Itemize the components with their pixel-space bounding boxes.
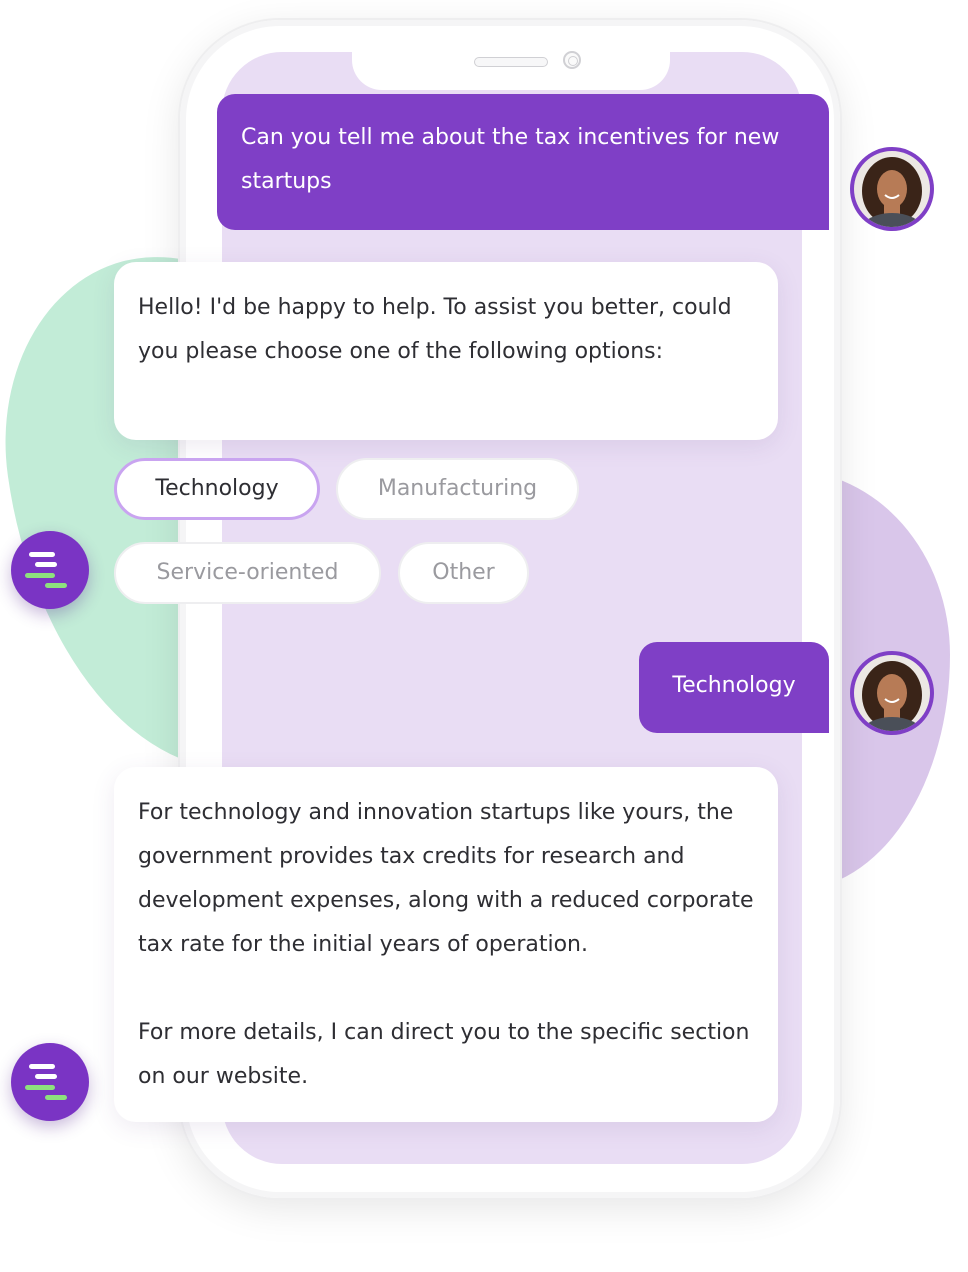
option-other-chip[interactable]: Other	[398, 542, 529, 604]
user-avatar-photo-icon	[854, 151, 930, 227]
user-avatar	[850, 147, 934, 231]
camera-icon	[563, 51, 581, 69]
user-avatar	[850, 651, 934, 735]
option-technology-chip[interactable]: Technology	[114, 458, 320, 520]
user-message-question: Can you tell me about the tax incentives…	[217, 94, 829, 230]
speaker-icon	[474, 57, 548, 67]
user-avatar-photo-icon	[854, 655, 930, 731]
bot-answer-paragraph-2: For more details, I can direct you to th…	[138, 1020, 750, 1089]
option-manufacturing-chip[interactable]: Manufacturing	[336, 458, 579, 520]
bot-logo-icon	[11, 1043, 89, 1121]
bot-message-answer: For technology and innovation startups l…	[114, 767, 778, 1122]
user-message-choice: Technology	[639, 642, 829, 733]
option-service-oriented-chip[interactable]: Service-oriented	[114, 542, 381, 604]
bot-answer-paragraph-1: For technology and innovation startups l…	[138, 800, 754, 957]
bot-logo-icon	[11, 531, 89, 609]
bot-message-greeting: Hello! I'd be happy to help. To assist y…	[114, 262, 778, 440]
